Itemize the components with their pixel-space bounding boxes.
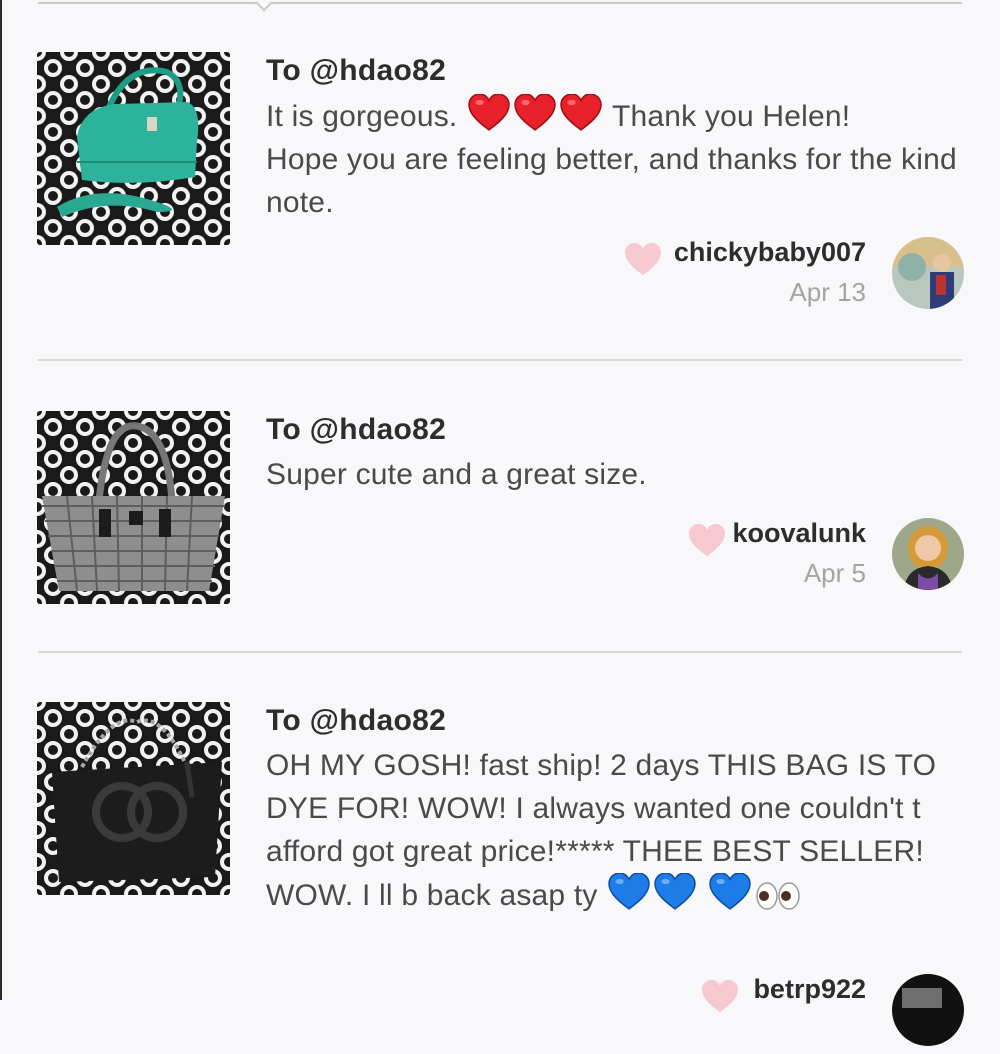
- review-date: Apr 5: [803, 558, 866, 588]
- eyes-emoji-icon: [755, 882, 800, 910]
- red-heart-emoji-icon: [560, 94, 602, 132]
- red-heart-emoji-icon: [468, 94, 510, 132]
- recipient-handle-link[interactable]: @hdao82: [310, 54, 446, 87]
- blue-heart-emoji-icon: [654, 873, 696, 911]
- recipient-handle-link[interactable]: @hdao82: [310, 704, 446, 737]
- review-date: Apr 13: [789, 277, 866, 307]
- blue-heart-emoji-icon: [709, 873, 751, 911]
- review-author: betrp922: [564, 974, 964, 1054]
- divider: [38, 651, 962, 653]
- avatar[interactable]: [892, 974, 964, 1046]
- blue-heart-emoji-icon: [608, 873, 650, 911]
- divider: [38, 359, 962, 361]
- review-recipient: To @hdao82: [266, 413, 447, 446]
- black-leather-bag-photo[interactable]: [37, 702, 230, 895]
- review-message: It is gorgeous. Thank you Helen! Hope yo…: [266, 94, 966, 224]
- like-heart-icon[interactable]: [701, 980, 739, 1014]
- avatar[interactable]: [892, 518, 964, 590]
- like-heart-icon[interactable]: [688, 524, 726, 558]
- top-tab-indicator: [38, 0, 962, 12]
- like-heart-icon[interactable]: [624, 243, 662, 277]
- review-author: koovalunk Apr 5: [564, 518, 964, 598]
- avatar[interactable]: [892, 237, 964, 309]
- review-message: OH MY GOSH! fast ship! 2 days THIS BAG I…: [266, 749, 937, 912]
- author-username-link[interactable]: koovalunk: [732, 518, 866, 549]
- recipient-handle-link[interactable]: @hdao82: [310, 413, 446, 446]
- review-message: Super cute and a great size.: [266, 458, 647, 491]
- review-recipient: To @hdao82: [266, 704, 447, 737]
- review-author: chickybaby007 Apr 13: [564, 237, 964, 317]
- author-username-link[interactable]: betrp922: [753, 974, 866, 1005]
- author-username-link[interactable]: chickybaby007: [674, 237, 866, 268]
- teal-handbag-photo[interactable]: [37, 52, 230, 245]
- window-edge: [0, 0, 2, 1000]
- woven-tote-photo[interactable]: [37, 411, 230, 604]
- red-heart-emoji-icon: [514, 94, 556, 132]
- review-recipient: To @hdao82: [266, 54, 447, 87]
